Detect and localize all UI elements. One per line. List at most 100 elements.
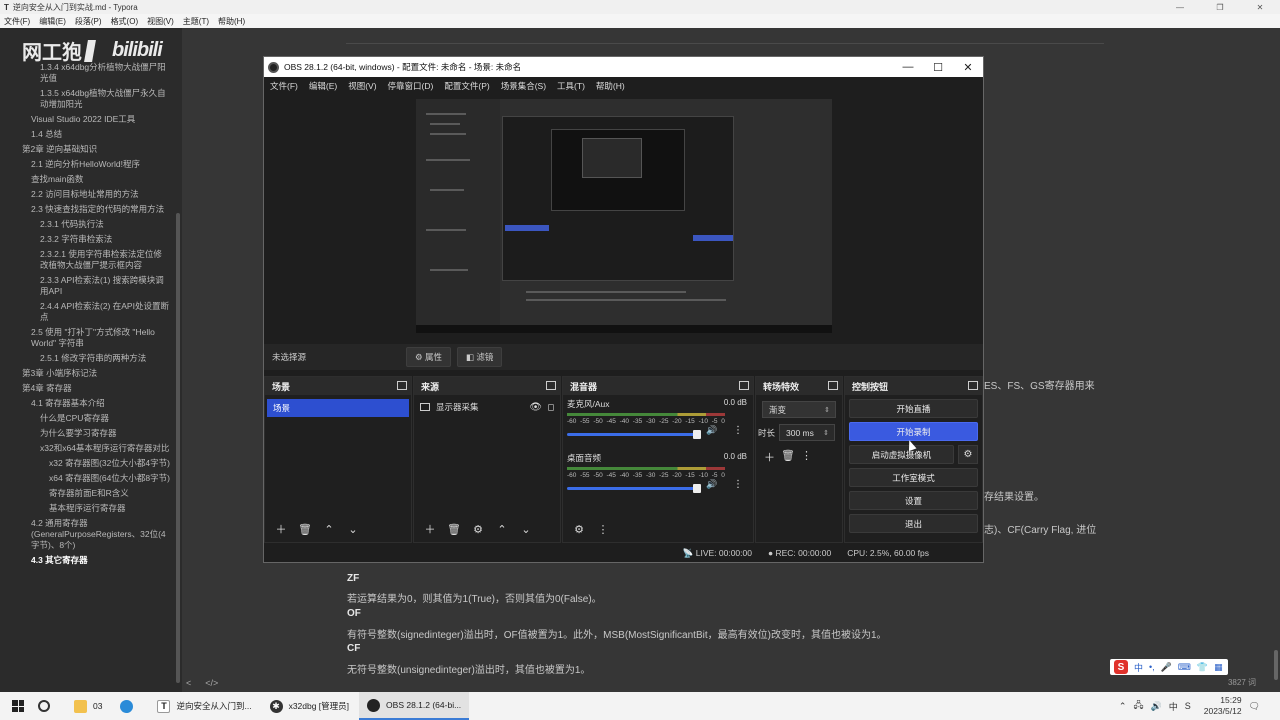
typora-menu-item[interactable]: 帮助(H) [218,16,245,27]
zf-text[interactable]: 若运算结果为0，则其值为1(True)，否则其值为0(False)。 [347,590,602,605]
toc-item[interactable]: 2.3.2.1 使用字符串检索法定位修改植物大战僵尸提示框内容 [0,247,182,273]
add-transition-icon[interactable]: ＋ [764,449,775,465]
toc-item[interactable]: 2.2 访问目标地址常用的方法 [0,187,182,202]
lock-icon[interactable] [548,403,554,411]
virtual-camera-gear-icon[interactable]: ⚙ [958,445,978,464]
remove-transition-icon[interactable]: 🗑 [781,449,795,465]
toggle-sidebar-icon[interactable]: < [186,678,191,688]
close-button[interactable]: ✕ [1240,3,1280,12]
filters-button[interactable]: ◧ 滤镜 [457,347,503,367]
toc-item[interactable]: 2.3.3 API检索法(1) 搜索跨模块调用API [0,273,182,299]
move-up-icon[interactable]: ⌃ [319,523,339,536]
typora-menu-item[interactable]: 视图(V) [147,16,174,27]
toc-item[interactable]: 1.3.5 x64dbg植物大战僵尸永久自动增加阳光 [0,86,182,112]
start-streaming-button[interactable]: 开始直播 [849,399,978,418]
cf-text[interactable]: 无符号整数(unsignedinteger)溢出时，其值也被置为1。 [347,661,590,676]
volume-slider[interactable] [567,430,701,439]
volume-slider[interactable] [567,484,701,493]
typora-menu-item[interactable]: 格式(O) [111,16,139,27]
doc-partial-text-1[interactable]: ES、FS、GS寄存器用来 [984,377,1095,392]
toc-item[interactable]: 查找main函数 [0,172,182,187]
toc-item[interactable]: 基本程序运行寄存器 [0,501,182,516]
toc-item[interactable]: 4.3 其它寄存器 [0,553,182,568]
tray-overflow-icon[interactable]: ⌃ [1119,701,1127,712]
toc-item[interactable]: 2.3.2 字符串检索法 [0,232,182,247]
toc-item[interactable]: 2.1 逆向分析HelloWorld!程序 [0,157,182,172]
windows-start-icon[interactable] [12,700,24,712]
undock-icon[interactable] [397,381,407,390]
toc-item[interactable]: 2.4.4 API检索法(2) 在API处设置断点 [0,299,182,325]
network-icon[interactable]: 🖧 [1133,698,1143,714]
start-recording-button[interactable]: 开始录制 [849,422,978,441]
remove-scene-icon[interactable]: 🗑 [295,523,315,536]
add-scene-icon[interactable]: ＋ [271,521,291,537]
move-up-icon[interactable]: ⌃ [492,523,512,536]
source-mode-icon[interactable]: </> [205,678,218,688]
punctuation-icon[interactable]: •, [1149,662,1155,672]
obs-menu-item[interactable]: 停靠窗口(D) [388,80,434,92]
properties-button[interactable]: ⚙ 属性 [406,347,451,367]
minimize-button[interactable]: — [1160,3,1200,12]
toc-item[interactable]: 2.5 使用 "打补丁"方式修改 "Hello World" 字符串 [0,325,182,351]
search-icon[interactable] [38,700,50,712]
taskbar-app-folder[interactable]: 03 [66,692,110,720]
document-scrollbar[interactable] [1274,650,1278,680]
ime-language[interactable]: 中 [1134,661,1143,674]
keyboard-icon[interactable]: ⌨ [1178,662,1191,673]
source-settings-gear-icon[interactable]: ⚙ [468,523,488,536]
move-down-icon[interactable]: ⌄ [516,523,536,536]
obs-menu-item[interactable]: 场景集合(S) [501,80,546,92]
speaker-icon[interactable]: 🔊 [706,425,717,436]
toc-item[interactable]: 什么是CPU寄存器 [0,411,182,426]
skin-icon[interactable]: 👕 [1197,662,1208,673]
system-clock[interactable]: 15:29 2023/5/12 [1204,695,1242,717]
typora-menu-item[interactable]: 主题(T) [183,16,209,27]
of-text[interactable]: 有符号整数(signedinteger)溢出时，OF值被置为1。此外，MSB(M… [347,626,887,641]
settings-button[interactable]: 设置 [849,491,978,510]
channel-menu-dots-icon[interactable]: ⋮ [733,425,743,436]
add-source-icon[interactable]: ＋ [420,521,440,537]
move-down-icon[interactable]: ⌄ [343,523,363,536]
undock-icon[interactable] [968,381,978,390]
sidebar-scrollbar[interactable] [176,213,180,683]
maximize-button[interactable]: ❐ [1200,3,1240,12]
toc-item[interactable]: 4.2 通用寄存器 (GeneralPurposeRegisters、32位(4… [0,516,182,553]
toc-item[interactable]: 为什么要学习寄存器 [0,426,182,441]
channel-menu-dots-icon[interactable]: ⋮ [733,479,743,490]
toc-item[interactable]: Visual Studio 2022 IDE工具 [0,112,182,127]
undock-icon[interactable] [546,381,556,390]
typora-menu-item[interactable]: 编辑(E) [39,16,66,27]
taskbar-app-x32dbg[interactable]: ✱ x32dbg [管理员] [262,692,357,720]
obs-maximize-button[interactable]: ☐ [923,61,953,74]
obs-menu-item[interactable]: 帮助(H) [596,80,625,92]
sogou-tray-icon[interactable]: S [1185,701,1191,711]
notification-icon[interactable]: 🗨 [1249,701,1260,712]
studio-mode-button[interactable]: 工作室模式 [849,468,978,487]
toc-item[interactable]: 1.4 总结 [0,127,182,142]
taskbar-app-obs[interactable]: OBS 28.1.2 (64-bi... [359,692,470,720]
input-method-icon[interactable]: 中 [1169,700,1178,713]
slider-knob[interactable] [693,430,701,439]
slider-knob[interactable] [693,484,701,493]
obs-minimize-button[interactable]: — [893,61,923,74]
duration-spinbox[interactable]: 300 ms ⇕ [779,424,836,441]
taskbar-app-edge[interactable] [112,692,147,720]
scene-list-item[interactable]: 场景 [267,399,409,417]
volume-icon[interactable]: 🔊 [1150,701,1161,712]
start-virtual-camera-button[interactable]: 启动虚拟摄像机 [849,445,954,464]
obs-menu-item[interactable]: 视图(V) [348,80,376,92]
doc-partial-text-3[interactable]: 志)、CF(Carry Flag, 进位 [984,521,1096,536]
toc-item[interactable]: 2.3 快速查找指定的代码的常用方法 [0,202,182,217]
exit-button[interactable]: 退出 [849,514,978,533]
toolbox-icon[interactable]: ▦ [1214,662,1223,673]
source-list-item[interactable]: 显示器采集 👁 [414,397,560,417]
obs-menu-item[interactable]: 配置文件(P) [444,80,489,92]
ime-toolbar[interactable]: S 中 •, 🎤 ⌨ 👕 ▦ [1110,659,1228,675]
speaker-icon[interactable]: 🔊 [706,479,717,490]
undock-icon[interactable] [739,381,749,390]
toc-item[interactable]: 2.3.1 代码执行法 [0,217,182,232]
zf-heading[interactable]: ZF [347,573,359,584]
advanced-audio-gear-icon[interactable]: ⚙ [569,523,589,536]
toc-item[interactable]: 4.1 寄存器基本介绍 [0,396,182,411]
of-heading[interactable]: OF [347,608,361,619]
